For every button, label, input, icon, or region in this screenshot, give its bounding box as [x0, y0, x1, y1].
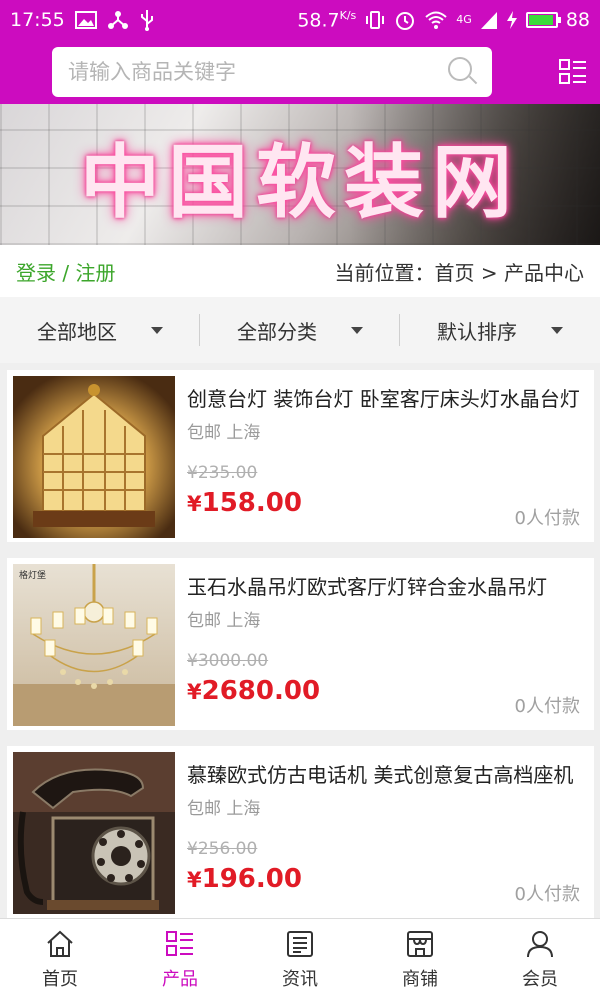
filter-region[interactable]: 全部地区: [0, 314, 200, 346]
image-brand-label: 格灯堡: [19, 569, 46, 581]
filter-sort-label: 默认排序: [437, 319, 517, 344]
search-input[interactable]: [68, 60, 448, 84]
alarm-icon: [396, 11, 415, 30]
product-price: ¥2680.00: [187, 676, 321, 706]
home-icon: [47, 930, 73, 957]
location-bar: 登录 / 注册 当前位置：首页 > 产品中心: [0, 245, 600, 297]
filter-region-label: 全部地区: [37, 319, 117, 344]
status-bar: 17:55 58.7K/s 4G 88: [0, 0, 600, 40]
breadcrumb-home[interactable]: 首页: [435, 261, 475, 285]
news-icon: [287, 930, 313, 957]
product-card[interactable]: 慕臻欧式仿古电话机 美式创意复古高档座机 包邮 上海 ¥256.00 ¥196.…: [7, 746, 594, 918]
breadcrumb-separator: >: [474, 260, 504, 285]
filter-category-label: 全部分类: [237, 319, 317, 344]
search-box[interactable]: [52, 47, 492, 97]
breadcrumb-prefix: 当前位置：: [334, 260, 435, 285]
search-icon[interactable]: [448, 57, 478, 87]
product-image-chandelier[interactable]: 格灯堡: [13, 564, 175, 726]
product-original-price: ¥256.00: [187, 839, 258, 859]
bottom-nav: 首页 产品 资讯 商铺 会员: [0, 918, 600, 1000]
header: [0, 40, 600, 104]
breadcrumb-current: 产品中心: [504, 260, 584, 285]
product-location: 包邮 上海: [187, 611, 261, 631]
product-location: 包邮 上海: [187, 423, 261, 443]
nav-products[interactable]: 产品: [120, 919, 240, 1000]
nav-member[interactable]: 会员: [480, 919, 600, 1000]
product-buyers-count: 0人付款: [514, 508, 580, 529]
product-list-icon: [166, 930, 193, 956]
product-card[interactable]: 格灯堡 玉石水晶吊灯欧式客厅灯锌合金水晶吊灯 包邮 上海 ¥3000.00 ¥2…: [7, 558, 594, 730]
product-title[interactable]: 创意台灯 装饰台灯 卧室客厅床头灯水晶台灯: [187, 383, 580, 412]
filter-bar: 全部地区 全部分类 默认排序: [0, 297, 600, 363]
product-buyers-count: 0人付款: [514, 884, 580, 905]
product-price: ¥196.00: [187, 864, 302, 894]
filter-sort[interactable]: 默认排序: [400, 314, 600, 346]
nav-member-label: 会员: [522, 968, 558, 990]
nav-shop-label: 商铺: [402, 968, 438, 990]
vibrate-icon: [366, 10, 385, 29]
shop-icon: [407, 930, 433, 957]
product-image-telephone[interactable]: [13, 752, 175, 914]
member-icon: [527, 930, 553, 957]
caret-down-icon: [151, 326, 163, 334]
signal-icon: [480, 11, 497, 29]
wifi-icon: [425, 11, 447, 29]
banner[interactable]: 中国软装网: [0, 104, 600, 245]
banner-title: 中国软装网: [80, 135, 520, 229]
caret-down-icon: [551, 326, 563, 334]
caret-down-icon: [351, 326, 363, 334]
network-speed: 58.7K/s: [297, 8, 357, 32]
product-title[interactable]: 玉石水晶吊灯欧式客厅灯锌合金水晶吊灯: [187, 571, 580, 600]
nav-shop[interactable]: 商铺: [360, 919, 480, 1000]
nav-home-label: 首页: [42, 968, 78, 990]
breadcrumb: 当前位置：首页 > 产品中心: [335, 257, 584, 286]
gallery-icon: [74, 11, 97, 29]
charging-icon: [506, 10, 517, 29]
share-icon: [107, 11, 128, 29]
usb-icon: [140, 10, 153, 31]
product-original-price: ¥235.00: [187, 463, 258, 483]
status-time: 17:55: [10, 9, 65, 31]
nav-news-label: 资讯: [282, 968, 318, 990]
battery-icon: [525, 11, 561, 28]
filter-category[interactable]: 全部分类: [200, 314, 400, 346]
product-price: ¥158.00: [187, 488, 302, 518]
product-original-price: ¥3000.00: [187, 651, 269, 671]
product-location: 包邮 上海: [187, 799, 261, 819]
nav-products-label: 产品: [162, 968, 198, 990]
product-buyers-count: 0人付款: [514, 696, 580, 717]
product-title[interactable]: 慕臻欧式仿古电话机 美式创意复古高档座机: [187, 759, 580, 788]
battery-level: 88: [565, 8, 590, 31]
menu-icon[interactable]: [558, 57, 588, 87]
product-image-table-lamp[interactable]: [13, 376, 175, 538]
network-type: 4G: [456, 13, 472, 27]
nav-news[interactable]: 资讯: [240, 919, 360, 1000]
product-card[interactable]: 创意台灯 装饰台灯 卧室客厅床头灯水晶台灯 包邮 上海 ¥235.00 ¥158…: [7, 370, 594, 542]
login-register-link[interactable]: 登录 / 注册: [16, 257, 115, 286]
nav-home[interactable]: 首页: [0, 919, 120, 1000]
